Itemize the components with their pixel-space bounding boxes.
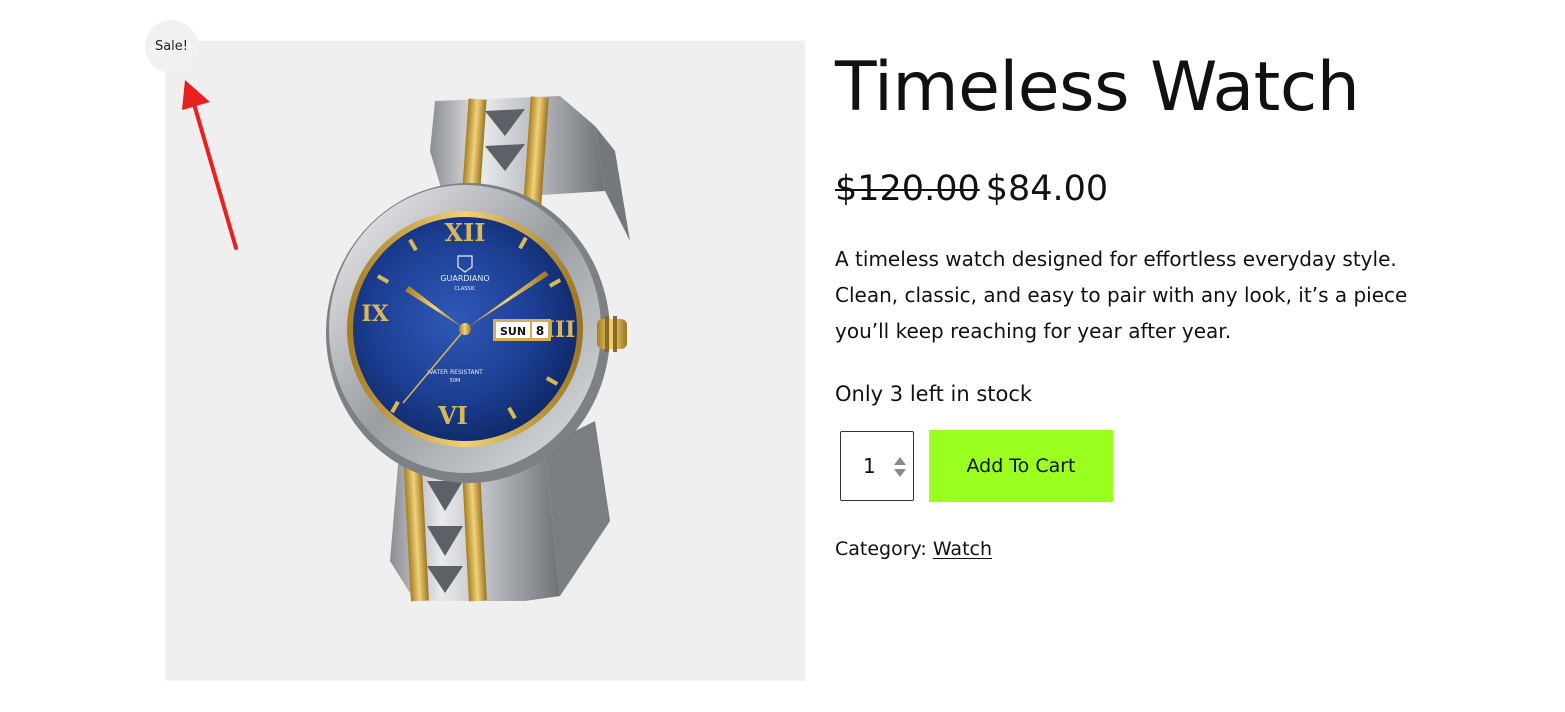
quantity-input[interactable]: 1 — [840, 431, 914, 501]
dial-day: SUN — [500, 325, 526, 338]
sale-price: $84.00 — [985, 169, 1109, 209]
dial-brand: GUARDIANO — [440, 274, 489, 283]
dial-depth: 50M — [450, 378, 461, 384]
quantity-stepper-icon[interactable] — [893, 456, 907, 478]
numeral-12: XII — [444, 218, 485, 247]
dial-water: WATER RESISTANT — [427, 369, 483, 376]
numeral-6: VI — [437, 401, 468, 430]
product-description: A timeless watch designed for effortless… — [835, 247, 1408, 343]
product-price: $120.00 $84.00 — [835, 167, 1455, 211]
product-summary: Timeless Watch $120.00 $84.00 A timeless … — [835, 40, 1455, 563]
category-link-watch[interactable]: Watch — [933, 538, 992, 560]
category-label: Category: — [835, 538, 927, 560]
add-to-cart-form: 1 Add To Cart — [835, 430, 1455, 502]
day-date-window: SUN 8 — [493, 319, 551, 341]
product-title: Timeless Watch — [835, 48, 1360, 127]
stock-status: Only 3 left in stock — [835, 382, 1033, 406]
product-category: Category: Watch — [835, 535, 1455, 563]
add-to-cart-button[interactable]: Add To Cart — [929, 430, 1113, 502]
dial-sub: CLASSIC — [454, 286, 476, 292]
dial-date: 8 — [536, 324, 544, 338]
numeral-9: IX — [361, 301, 389, 327]
quantity-value: 1 — [863, 454, 876, 478]
sale-badge-label: Sale! — [154, 39, 189, 54]
product-image[interactable]: XII III VI IX GUARDIANO CLASSIC WATER RE… — [165, 41, 805, 681]
regular-price: $120.00 — [835, 169, 980, 209]
annotation-arrow — [182, 80, 238, 250]
sale-badge: Sale! — [145, 20, 198, 73]
watch-illustration: XII III VI IX GUARDIANO CLASSIC WATER RE… — [326, 96, 630, 602]
